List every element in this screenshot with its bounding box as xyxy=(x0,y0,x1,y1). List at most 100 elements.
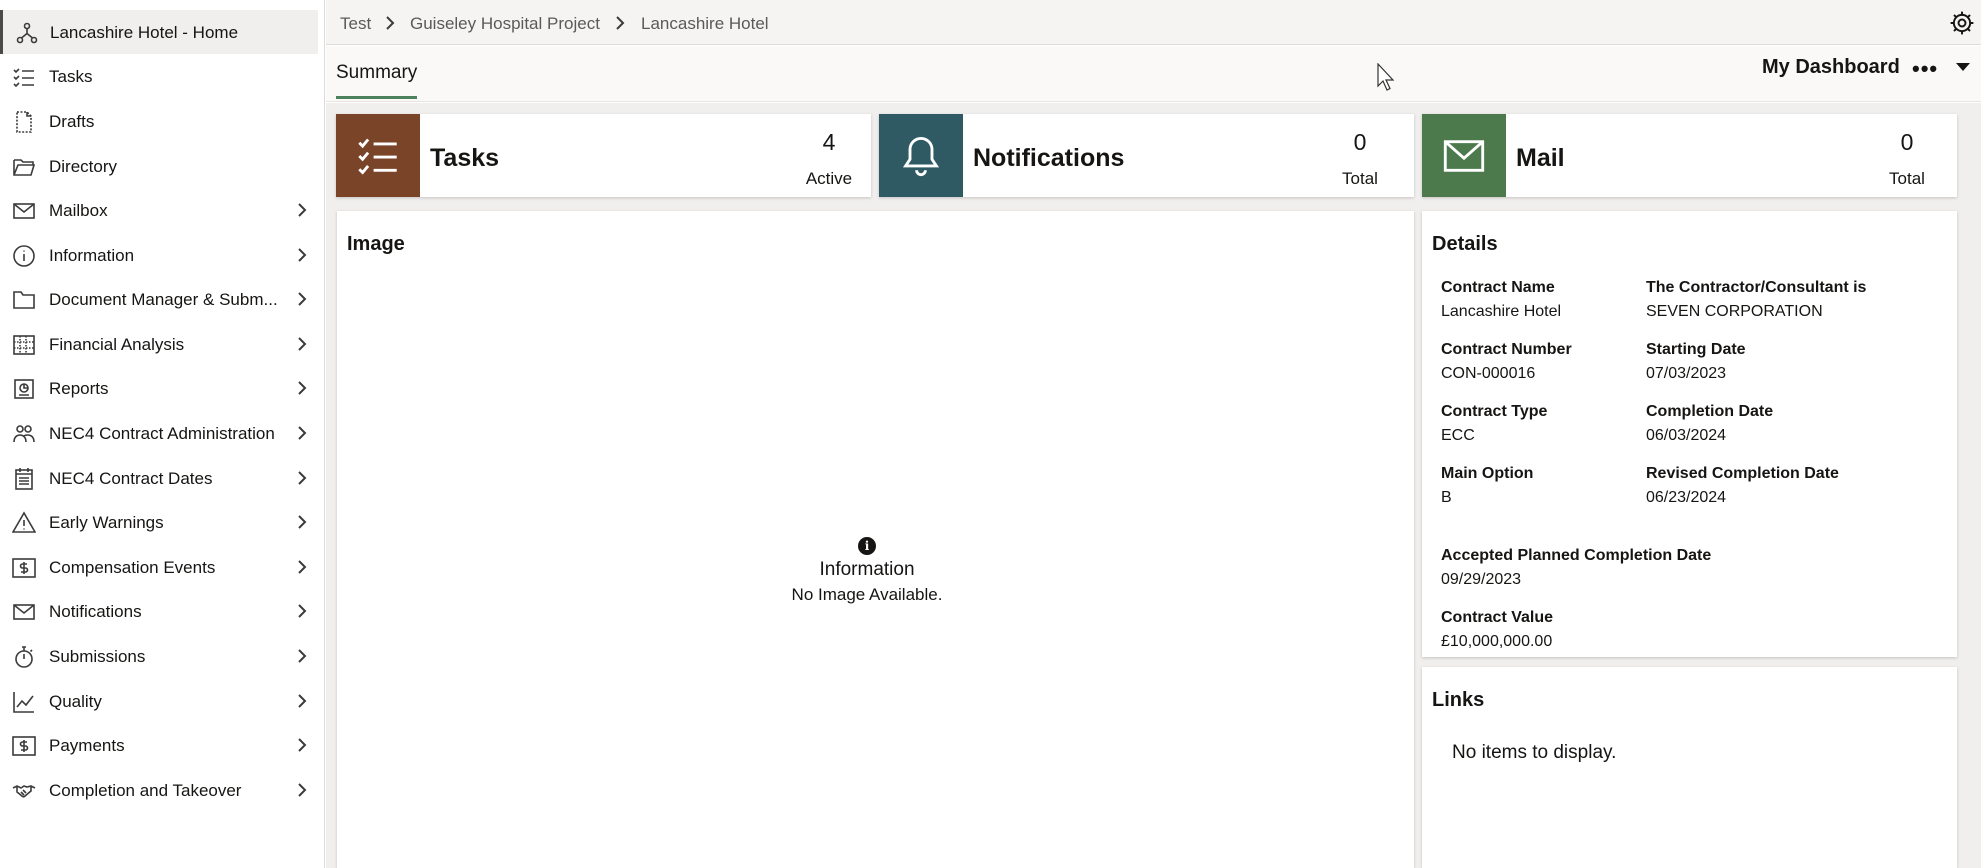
tasks-count: 4 xyxy=(822,129,836,155)
chevron-right-icon[interactable] xyxy=(294,380,310,396)
sidebar-item-label: NEC4 Contract Administration xyxy=(49,424,275,443)
chevron-right-icon[interactable] xyxy=(294,247,310,263)
gear-icon[interactable] xyxy=(1949,10,1975,36)
chevron-right-icon[interactable] xyxy=(294,782,310,798)
mail-icon xyxy=(12,199,36,223)
mail-icon xyxy=(1422,114,1506,197)
chevron-right-icon[interactable] xyxy=(294,559,310,575)
folder-icon xyxy=(12,288,36,312)
sidebar-item-nec4-contract-administration[interactable]: NEC4 Contract Administration xyxy=(0,411,318,455)
folder-open-icon xyxy=(12,155,36,179)
chevron-right-icon[interactable] xyxy=(294,291,310,307)
details-panel-title: Details xyxy=(1432,233,1498,255)
sidebar-item-nec4-contract-dates[interactable]: NEC4 Contract Dates xyxy=(0,456,318,500)
sidebar-item-early-warnings[interactable]: Early Warnings xyxy=(0,500,318,544)
sidebar-item-mailbox[interactable]: Mailbox xyxy=(0,188,318,232)
chevron-right-icon[interactable] xyxy=(294,603,310,619)
breadcrumb-link-test[interactable]: Test xyxy=(340,14,371,34)
sidebar-item-drafts[interactable]: Drafts xyxy=(0,99,318,143)
chevron-right-icon[interactable] xyxy=(294,425,310,441)
notifications-count: 0 xyxy=(1353,129,1367,155)
contract-value-label: Contract Value xyxy=(1441,609,1554,626)
contract-number-value: CON-000016 xyxy=(1441,365,1536,382)
line-chart-icon xyxy=(12,690,36,714)
info-icon xyxy=(12,244,36,268)
caret-down-icon[interactable] xyxy=(1955,60,1971,72)
tasks-count-label: Active xyxy=(805,169,853,188)
contractor-label: The Contractor/Consultant is xyxy=(1646,279,1867,296)
links-panel-title: Links xyxy=(1432,689,1485,711)
dashboard-title[interactable]: My Dashboard xyxy=(1762,56,1900,79)
tasks-tile[interactable]: Tasks 4 Active xyxy=(336,114,871,197)
stopwatch-icon xyxy=(12,645,36,669)
bell-icon xyxy=(879,114,963,197)
starting-date-value: 07/03/2023 xyxy=(1646,365,1727,382)
chevron-right-icon[interactable] xyxy=(294,470,310,486)
sidebar-item-tasks[interactable]: Tasks xyxy=(0,54,318,98)
contract-name-value: Lancashire Hotel xyxy=(1441,303,1562,320)
revised-completion-value: 06/23/2024 xyxy=(1646,489,1727,506)
breadcrumb-current: Lancashire Hotel xyxy=(641,14,769,33)
chevron-right-icon[interactable] xyxy=(294,693,310,709)
no-image-message: i Information No Image Available. xyxy=(717,537,1017,605)
tasks-tile-title: Tasks xyxy=(430,144,500,172)
sidebar-item-completion-and-takeover[interactable]: Completion and Takeover xyxy=(0,768,318,812)
draft-icon xyxy=(12,110,36,134)
main-option-value: B xyxy=(1441,489,1452,506)
financial-grid-icon xyxy=(12,333,36,357)
chevron-right-icon[interactable] xyxy=(294,648,310,664)
image-panel-title: Image xyxy=(347,233,405,255)
links-empty-message: No items to display. xyxy=(1452,742,1617,763)
contract-number-label: Contract Number xyxy=(1441,341,1572,358)
sidebar-item-payments[interactable]: Payments xyxy=(0,723,318,767)
tab-summary[interactable]: Summary xyxy=(336,62,418,99)
chevron-right-icon[interactable] xyxy=(294,202,310,218)
sidebar-item-directory[interactable]: Directory xyxy=(0,144,318,188)
chevron-right-icon[interactable] xyxy=(294,737,310,753)
notifications-tile-title: Notifications xyxy=(973,144,1125,172)
sidebar-item-notifications[interactable]: Notifications xyxy=(0,589,318,633)
sidebar-item-label: Mailbox xyxy=(49,201,108,220)
chevron-right-icon xyxy=(384,16,396,30)
sidebar-item-compensation-events[interactable]: Compensation Events xyxy=(0,545,318,589)
mail-count-label: Total xyxy=(1889,169,1925,188)
sidebar-item-label: NEC4 Contract Dates xyxy=(49,469,213,488)
sidebar-item-reports[interactable]: Reports xyxy=(0,366,318,410)
hierarchy-icon xyxy=(15,21,39,45)
sidebar-item-submissions[interactable]: Submissions xyxy=(0,634,318,678)
notifications-tile[interactable]: Notifications 0 Total xyxy=(879,114,1414,197)
more-options-icon[interactable]: ••• xyxy=(1912,56,1938,82)
sidebar-item-financial-analysis[interactable]: Financial Analysis xyxy=(0,322,318,366)
sidebar-item-label: Quality xyxy=(49,692,102,711)
calendar-list-icon xyxy=(12,467,36,491)
mouse-cursor-icon xyxy=(1377,62,1395,91)
sidebar-item-home[interactable]: Lancashire Hotel - Home xyxy=(0,10,318,54)
sidebar-item-label: Submissions xyxy=(49,647,146,666)
checklist-icon xyxy=(12,65,36,89)
chevron-right-icon[interactable] xyxy=(294,336,310,352)
info-icon: i xyxy=(858,537,876,555)
report-icon xyxy=(12,377,36,401)
sidebar-item-quality[interactable]: Quality xyxy=(0,679,318,723)
details-panel: Details Contract Name Lancashire Hotel T… xyxy=(1422,211,1957,657)
breadcrumb-bar: Test Guiseley Hospital Project Lancashir… xyxy=(326,0,1981,45)
starting-date-label: Starting Date xyxy=(1646,341,1746,358)
sidebar-item-label: Document Manager & Subm... xyxy=(49,290,278,309)
sidebar-item-label: Financial Analysis xyxy=(49,335,185,354)
contract-value-value: £10,000,000.00 xyxy=(1441,633,1553,650)
contract-type-value: ECC xyxy=(1441,427,1475,444)
notifications-count-label: Total xyxy=(1342,169,1378,188)
contractor-value: SEVEN CORPORATION xyxy=(1646,303,1823,320)
sidebar-item-label: Drafts xyxy=(49,112,95,131)
breadcrumb-link-project[interactable]: Guiseley Hospital Project xyxy=(410,14,600,34)
image-panel: Image i Information No Image Available. xyxy=(337,211,1414,868)
chevron-right-icon[interactable] xyxy=(294,514,310,530)
info-title: Information xyxy=(819,559,915,580)
sidebar-item-information[interactable]: Information xyxy=(0,233,318,277)
sidebar-item-label: Information xyxy=(49,246,135,265)
sidebar-item-document-manager[interactable]: Document Manager & Subm... xyxy=(0,277,318,321)
sidebar-item-label: Notifications xyxy=(49,602,142,621)
contract-type-label: Contract Type xyxy=(1441,403,1548,420)
mail-tile[interactable]: Mail 0 Total xyxy=(1422,114,1957,197)
accepted-planned-label: Accepted Planned Completion Date xyxy=(1441,547,1712,564)
